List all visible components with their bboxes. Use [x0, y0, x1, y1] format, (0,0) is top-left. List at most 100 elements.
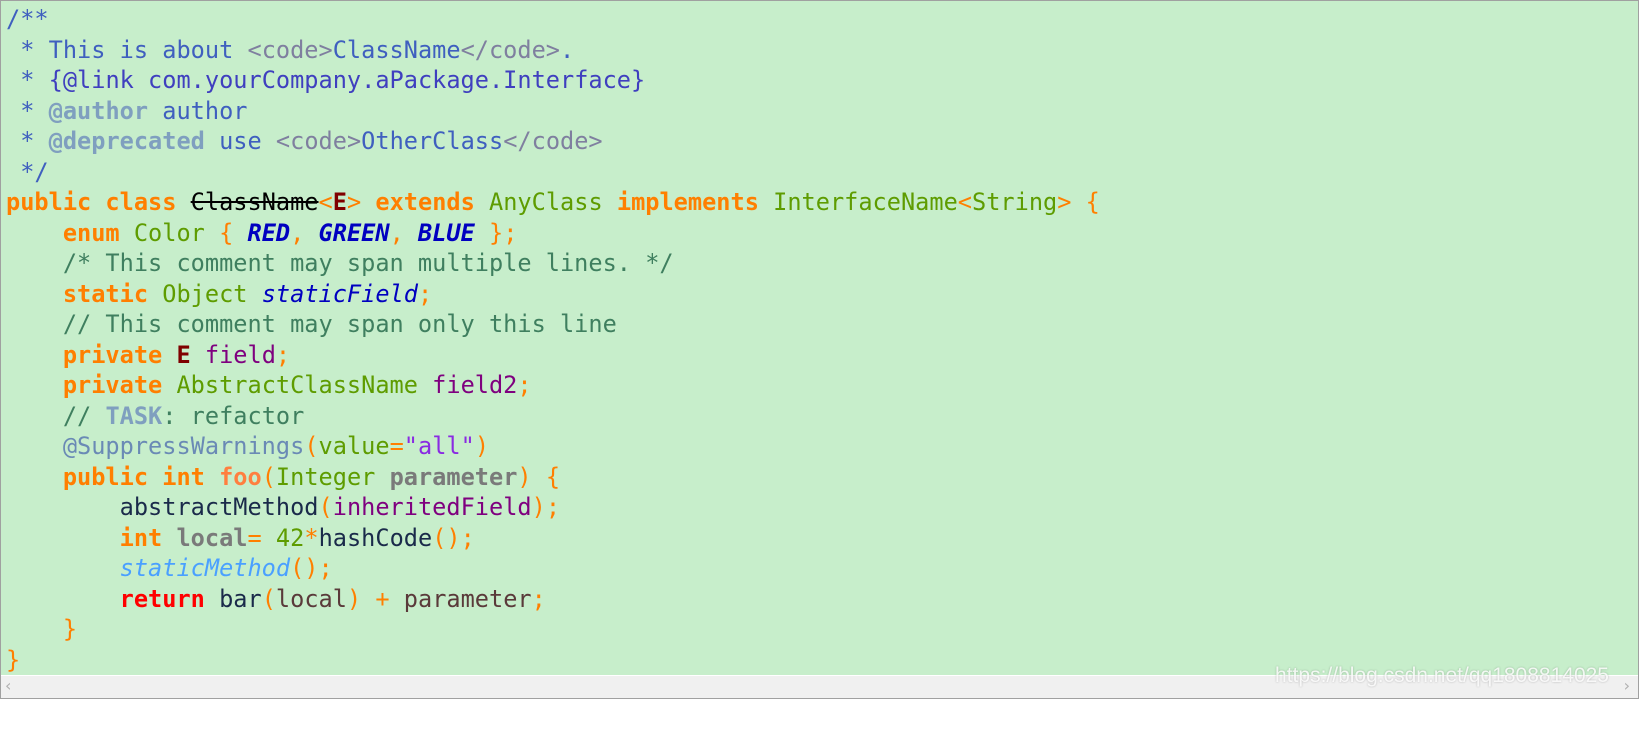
code-token: @deprecated — [48, 127, 205, 155]
code-line: staticMethod(); — [6, 553, 1100, 584]
code-token: local — [275, 584, 347, 613]
code-token: , — [290, 218, 319, 247]
code-line: public class ClassName<E> extends AnyCla… — [6, 187, 1100, 218]
code-token: > { — [1057, 188, 1100, 216]
code-token: @SuppressWarnings — [6, 432, 305, 460]
code-token: > — [346, 188, 376, 216]
code-line: * @deprecated use <code>OtherClass</code… — [6, 126, 1100, 157]
code-token: Integer — [275, 462, 390, 491]
code-token: staticMethod — [6, 554, 291, 582]
code-token: staticField — [261, 279, 418, 308]
code-token: OtherClass — [361, 127, 504, 155]
code-token: ) — [474, 432, 490, 460]
code-token: Object — [162, 279, 262, 308]
code-line: * This is about <code>ClassName</code>. — [6, 35, 1100, 66]
code-token: ; — [531, 584, 546, 613]
code-token: parameter — [389, 462, 518, 491]
code-token: static — [6, 279, 163, 308]
code-line: } — [6, 645, 1100, 676]
code-preview-pane: /** * This is about <code>ClassName</cod… — [0, 0, 1639, 699]
code-token: */ — [6, 157, 49, 186]
code-token: , — [389, 218, 418, 247]
code-token: /* This comment may span multiple lines.… — [6, 249, 674, 277]
code-line: } — [6, 614, 1100, 645]
code-token: ) { — [517, 462, 561, 491]
code-token: (); — [432, 523, 475, 552]
code-token: ClassName — [190, 188, 319, 216]
code-token: ClassName — [332, 35, 461, 64]
code-line: abstractMethod(inheritedField); — [6, 492, 1100, 523]
code-line: private E field; — [6, 340, 1100, 371]
code-token: abstractMethod — [6, 493, 319, 521]
code-token: hashCode — [318, 523, 433, 552]
code-token: return — [6, 584, 220, 613]
watermark: https://blog.csdn.net/qq1808814025 — [1275, 664, 1609, 687]
code-token: public class — [6, 188, 191, 216]
code-token: BLUE — [418, 218, 475, 247]
code-token: </code> — [503, 127, 603, 155]
code-line: * @author author — [6, 96, 1100, 127]
code-token: int — [6, 523, 177, 552]
code-token: ; — [275, 340, 291, 369]
code-token: = — [247, 523, 276, 552]
code-token: foo — [219, 462, 262, 491]
code-token: * — [6, 66, 49, 94]
code-token: < — [957, 188, 973, 216]
code-token: * — [6, 96, 49, 125]
code-token: * This is about — [6, 35, 248, 64]
code-token: /** — [6, 5, 49, 33]
code-token: {@link com.yourCompany.aPackage.Interfac… — [48, 66, 646, 94]
scroll-left-icon[interactable]: ‹ — [5, 676, 11, 695]
code-token: } — [6, 615, 78, 643]
code-token: use — [204, 127, 276, 155]
code-line: enum Color { RED, GREEN, BLUE }; — [6, 218, 1100, 249]
code-editor: /** * This is about <code>ClassName</cod… — [6, 4, 1100, 675]
code-token: ); — [531, 493, 561, 521]
code-token: parameter — [403, 584, 532, 613]
code-token: TASK — [105, 401, 163, 430]
code-token: extends — [375, 188, 490, 216]
code-token: ( — [261, 584, 276, 613]
code-token: bar — [219, 584, 262, 613]
code-token: (); — [290, 554, 333, 582]
code-token: private — [6, 371, 177, 399]
code-line: // This comment may span only this line — [6, 309, 1100, 340]
code-token: ) + — [346, 584, 404, 613]
code-token: <code> — [247, 35, 333, 64]
code-token: } — [6, 645, 21, 674]
code-line: /* This comment may span multiple lines.… — [6, 248, 1100, 279]
code-token: ; — [517, 371, 532, 399]
code-token: field — [204, 340, 276, 369]
code-token: RED — [247, 218, 291, 247]
code-line: private AbstractClassName field2; — [6, 370, 1100, 401]
code-token: * — [6, 127, 49, 155]
code-token: local — [176, 523, 248, 552]
code-token: inheritedField — [332, 493, 532, 521]
code-line: * {@link com.yourCompany.aPackage.Interf… — [6, 65, 1100, 96]
code-line: int local= 42*hashCode(); — [6, 523, 1100, 554]
code-line: static Object staticField; — [6, 279, 1100, 310]
code-line: return bar(local) + parameter; — [6, 584, 1100, 615]
code-token: // — [6, 401, 106, 430]
code-token: }; — [474, 218, 518, 247]
code-token: "all" — [403, 432, 475, 460]
code-line: */ — [6, 157, 1100, 188]
code-token: author — [148, 96, 248, 125]
code-token: ( — [261, 462, 276, 491]
code-token: { — [219, 218, 248, 247]
code-token: <code> — [275, 127, 362, 155]
code-line: @SuppressWarnings(value="all") — [6, 431, 1100, 462]
code-line: // TASK: refactor — [6, 401, 1100, 432]
code-token: = — [389, 432, 404, 460]
code-token: @author — [48, 96, 149, 125]
code-token: AbstractClassName — [176, 371, 433, 399]
code-token: public int — [6, 462, 220, 491]
code-token: implements — [616, 188, 774, 216]
code-token: ; — [417, 279, 433, 308]
code-token: // This comment may span only this line — [6, 310, 617, 338]
code-token: 42 — [275, 523, 305, 552]
code-token: Color — [133, 218, 220, 247]
code-token: E — [176, 340, 205, 369]
scroll-right-icon[interactable]: › — [1624, 676, 1630, 695]
code-token: field2 — [432, 371, 518, 399]
